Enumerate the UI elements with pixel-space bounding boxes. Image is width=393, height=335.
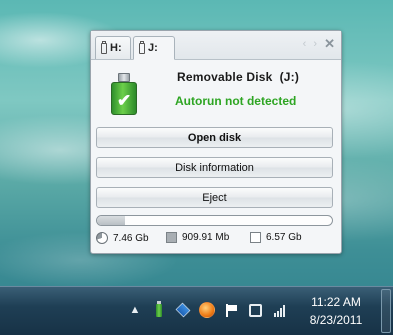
tab-bar: H: J: ‹ › ✕: [91, 31, 341, 60]
dropbox-icon[interactable]: [175, 302, 191, 318]
open-disk-button[interactable]: Open disk: [96, 127, 333, 148]
free-space-value: 6.57 Gb: [266, 232, 302, 243]
nav-arrows[interactable]: ‹ ›: [303, 38, 319, 50]
system-clock[interactable]: 11:22 AM 8/23/2011: [296, 293, 376, 329]
tab-drive-j[interactable]: J:: [133, 36, 175, 60]
used-space-swatch-icon: [166, 232, 177, 243]
disk-usage-bar: [96, 215, 333, 226]
tab-drive-h[interactable]: H:: [95, 36, 131, 59]
usb-drive-check-icon: ✔: [111, 73, 137, 115]
free-space-swatch-icon: [250, 232, 261, 243]
disk-information-button[interactable]: Disk information: [96, 157, 333, 178]
free-space-stat: 6.57 Gb: [250, 232, 302, 243]
network-icon[interactable]: [247, 302, 263, 318]
disk-stats: 7.46 Gb 909.91 Mb 6.57 Gb: [96, 232, 336, 246]
tab-label: J:: [148, 42, 158, 54]
total-space-stat: 7.46 Gb: [96, 232, 149, 244]
usb-disk-gadget: H: J: ‹ › ✕ ✔ Removable Disk (J:) Autoru…: [90, 30, 342, 254]
used-space-value: 909.91 Mb: [182, 232, 230, 243]
orange-app-icon[interactable]: [199, 302, 215, 318]
usb-drive-icon: [101, 40, 107, 54]
disk-usage-fill: [97, 216, 126, 225]
disk-title: Removable Disk (J:): [177, 70, 300, 84]
signal-strength-icon[interactable]: [271, 302, 287, 318]
total-space-value: 7.46 Gb: [113, 232, 149, 244]
used-space-stat: 909.91 Mb: [166, 232, 229, 243]
usb-drive-icon: [139, 40, 145, 54]
clock-date: 8/23/2011: [309, 313, 363, 327]
show-desktop-button[interactable]: [381, 289, 391, 333]
pie-chart-icon: [96, 232, 108, 244]
taskbar: ▲ 11:22 AM 8/23/2011: [0, 286, 393, 335]
clock-time: 11:22 AM: [311, 295, 361, 309]
close-icon[interactable]: ✕: [324, 36, 335, 52]
eject-button[interactable]: Eject: [96, 187, 333, 208]
action-center-flag-icon[interactable]: [223, 302, 239, 318]
tab-label: H:: [110, 42, 122, 54]
usb-drive-icon[interactable]: [151, 300, 167, 318]
autorun-status: Autorun not detected: [175, 94, 297, 108]
chevron-up-icon[interactable]: ▲: [127, 302, 143, 318]
notification-area: ▲: [127, 287, 297, 335]
